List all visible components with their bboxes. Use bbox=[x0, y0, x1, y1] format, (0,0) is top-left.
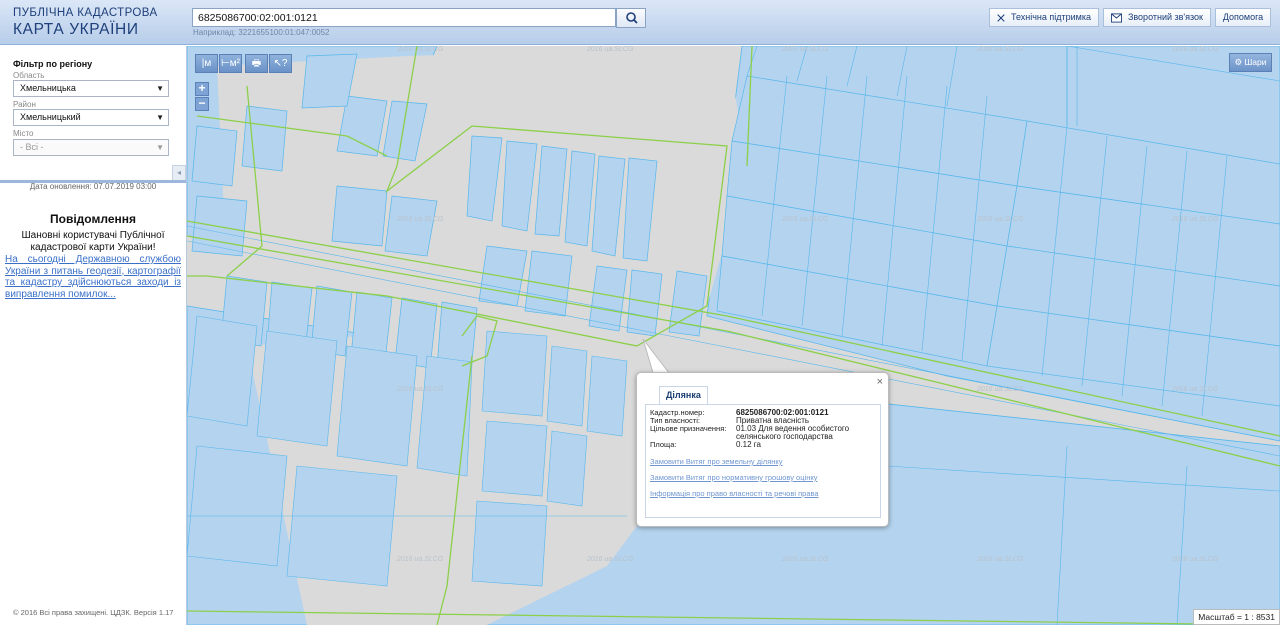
map-watermark: 2016 ua.SLCG bbox=[977, 386, 1024, 393]
oblast-value: Хмельницька bbox=[20, 83, 76, 93]
map-watermark: 2016 ua.SLCG bbox=[1172, 46, 1219, 53]
map-watermark: 2016 ua.SLCG bbox=[977, 46, 1024, 53]
tab-parcel[interactable]: Ділянка bbox=[659, 386, 708, 404]
tech-support-label: Технічна підтримка bbox=[1010, 12, 1091, 22]
dropdown-arrow-icon: ▼ bbox=[156, 143, 164, 152]
header: ПУБЛІЧНА КАДАСТРОВА КАРТА УКРАЇНИ Наприк… bbox=[0, 0, 1280, 45]
zoom-in-button[interactable]: + bbox=[195, 82, 209, 96]
search-button[interactable] bbox=[616, 8, 646, 28]
logo-line2: КАРТА УКРАЇНИ bbox=[13, 20, 139, 38]
map-watermark: 2016 ua.SLCG bbox=[1172, 216, 1219, 223]
cursor-question-icon: ↖? bbox=[273, 58, 288, 69]
feedback-button[interactable]: Зворотний зв'язок bbox=[1103, 8, 1211, 27]
city-value: - Всі - bbox=[20, 142, 44, 152]
map-watermark: 2016 ua.SLCG bbox=[782, 46, 829, 53]
rayon-label: Район bbox=[13, 100, 36, 109]
layers-label: Шари bbox=[1244, 57, 1267, 67]
close-icon[interactable]: × bbox=[877, 376, 883, 388]
map-watermark: 2016 ua.SLCG bbox=[397, 386, 444, 393]
copyright: © 2016 Всі права захищені. ЦДЗК. Версія … bbox=[13, 608, 174, 617]
map-canvas[interactable] bbox=[187, 46, 1280, 625]
dropdown-arrow-icon: ▼ bbox=[156, 113, 164, 122]
dropdown-arrow-icon: ▼ bbox=[156, 84, 164, 93]
map-watermark: 2016 ua.SLCG bbox=[397, 46, 444, 53]
map-watermark: 2016 ua.SLCG bbox=[587, 46, 634, 53]
row-key: Площа: bbox=[650, 440, 677, 449]
notice-body: Шановні користувачі Публічної кадастрово… bbox=[21, 230, 165, 253]
sidebar: Фільтр по регіону Область Хмельницька ▼ … bbox=[0, 46, 187, 625]
map-watermark: 2016 ua.SLCG bbox=[397, 216, 444, 223]
oblast-select[interactable]: Хмельницька ▼ bbox=[13, 80, 169, 97]
parcel-row-area: Площа: 0.12 га bbox=[650, 441, 876, 449]
ruler-icon: |м bbox=[201, 58, 212, 69]
sidebar-collapse-button[interactable]: ◂ bbox=[172, 165, 186, 181]
map-watermark: 2016 ua.SLCG bbox=[397, 556, 444, 563]
row-key: Цільове призначення: bbox=[650, 424, 727, 433]
printer-icon: 🖶 bbox=[251, 58, 262, 69]
measure-distance-button[interactable]: |м bbox=[195, 54, 218, 73]
rayon-value: Хмельницький bbox=[20, 112, 81, 122]
row-value: 01.03 Для ведення особистого селянського… bbox=[736, 424, 850, 441]
identify-button[interactable]: ↖? bbox=[269, 54, 292, 73]
update-date: Дата оновлення: 07.07.2019 03:00 bbox=[29, 182, 157, 191]
layers-button[interactable]: ⚙ Шари bbox=[1229, 53, 1272, 72]
order-extract-link[interactable]: Замовити Витяг про земельну ділянку bbox=[650, 457, 783, 466]
filter-title: Фільтр по регіону bbox=[13, 59, 93, 69]
order-valuation-link[interactable]: Замовити Витяг про нормативну грошову оц… bbox=[650, 473, 817, 482]
map-watermark: 2016 ua.SLCG bbox=[587, 556, 634, 563]
map-watermark: 2016 ua.SLCG bbox=[977, 556, 1024, 563]
search-icon bbox=[626, 12, 638, 24]
cadastral-map[interactable]: 2016 ua.SLCG 2016 ua.SLCG 2016 ua.SLCG 2… bbox=[187, 46, 1280, 625]
measure-area-button[interactable]: ⊢м² bbox=[219, 54, 242, 73]
map-watermark: 2016 ua.SLCG bbox=[782, 556, 829, 563]
rayon-select[interactable]: Хмельницький ▼ bbox=[13, 109, 169, 126]
print-button[interactable]: 🖶 bbox=[245, 54, 268, 73]
envelope-icon bbox=[1111, 12, 1122, 23]
oblast-label: Область bbox=[13, 71, 45, 80]
search-hint: Наприклад: 3221655100:01:047:0052 bbox=[193, 28, 330, 37]
tech-support-button[interactable]: Технічна підтримка bbox=[989, 8, 1099, 27]
map-scale: Масштаб = 1 : 8531 bbox=[1193, 609, 1280, 625]
map-watermark: 2016 ua.SLCG bbox=[782, 216, 829, 223]
parcel-info-popup: × Ділянка Кадастр.номер: 6825086700:02:00… bbox=[636, 372, 889, 527]
map-watermark: 2016 ua.SLCG bbox=[1172, 556, 1219, 563]
row-value: 0.12 га bbox=[736, 440, 761, 449]
help-label: Допомога bbox=[1222, 12, 1264, 22]
cadastral-search-input[interactable] bbox=[192, 8, 616, 27]
site-logo[interactable]: ПУБЛІЧНА КАДАСТРОВА КАРТА УКРАЇНИ bbox=[13, 7, 158, 38]
area-icon: ⊢м² bbox=[221, 58, 240, 69]
city-select[interactable]: - Всі - ▼ bbox=[13, 139, 169, 156]
logo-line1: ПУБЛІЧНА КАДАСТРОВА bbox=[13, 7, 158, 19]
popup-body: Кадастр.номер: 6825086700:02:001:0121 Тип… bbox=[645, 404, 881, 518]
notice-title: Повідомлення bbox=[50, 212, 136, 226]
tools-icon bbox=[997, 13, 1005, 22]
zoom-out-button[interactable]: − bbox=[195, 97, 209, 111]
notice-link[interactable]: На сьогодні Державною службою України з … bbox=[5, 254, 181, 300]
map-watermark: 2016 ua.SLCG bbox=[1172, 386, 1219, 393]
city-label: Місто bbox=[13, 129, 34, 138]
feedback-label: Зворотний зв'язок bbox=[1127, 12, 1203, 22]
parcel-row-purpose: Цільове призначення: 01.03 Для ведення ос… bbox=[650, 425, 876, 441]
map-watermark: 2016 ua.SLCG bbox=[977, 216, 1024, 223]
ownership-info-link[interactable]: Інформація про право власності та речові… bbox=[650, 489, 819, 498]
help-button[interactable]: Допомога bbox=[1215, 8, 1271, 27]
gear-icon: ⚙ bbox=[1234, 57, 1243, 67]
